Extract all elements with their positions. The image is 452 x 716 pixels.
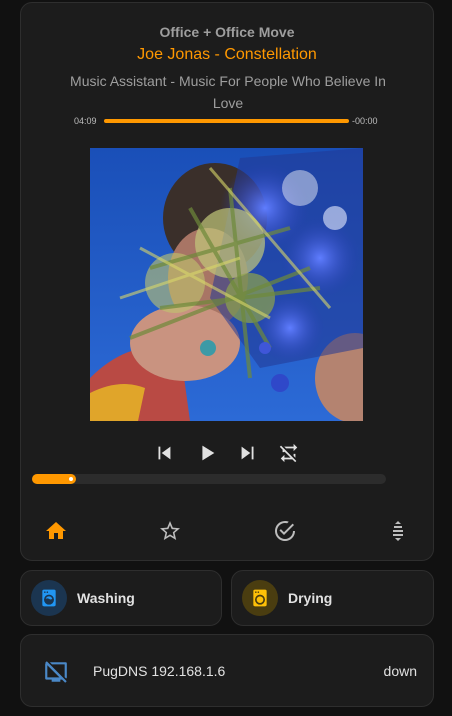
washing-badge bbox=[31, 580, 67, 616]
track-artist: Music Assistant - Music For People Who B… bbox=[70, 73, 386, 111]
elapsed-time: 04:09 bbox=[74, 116, 97, 126]
drying-tile[interactable]: Drying bbox=[231, 570, 434, 626]
repeat-off-icon bbox=[279, 443, 298, 463]
volume-handle[interactable] bbox=[69, 477, 73, 481]
remaining-time: -00:00 bbox=[352, 116, 378, 126]
monitor-off-icon bbox=[45, 661, 67, 683]
tumble-dryer-icon bbox=[253, 589, 267, 607]
queue-button[interactable] bbox=[383, 516, 413, 546]
previous-track-button[interactable] bbox=[151, 440, 177, 466]
track-progress-fill bbox=[104, 119, 349, 123]
washing-machine-icon bbox=[42, 589, 56, 607]
drying-badge bbox=[242, 580, 278, 616]
repeat-button[interactable] bbox=[276, 440, 302, 466]
drying-label: Drying bbox=[288, 590, 333, 606]
album-art bbox=[90, 148, 363, 421]
home-button[interactable] bbox=[41, 516, 71, 546]
home-icon bbox=[46, 522, 66, 539]
media-player-card: Office + Office Move Joe Jonas - Constel… bbox=[20, 2, 434, 561]
play-button[interactable] bbox=[194, 440, 220, 466]
next-track-button[interactable] bbox=[235, 440, 261, 466]
star-outline-icon bbox=[160, 521, 180, 540]
player-room-name: Office + Office Move bbox=[159, 24, 295, 40]
check-button[interactable] bbox=[270, 516, 300, 546]
play-icon bbox=[202, 445, 215, 461]
dns-entity-state: down bbox=[383, 663, 417, 679]
check-circle-icon bbox=[275, 520, 295, 541]
track-title: Joe Jonas - Constellation bbox=[137, 46, 317, 63]
dns-entity-row[interactable]: PugDNS 192.168.1.6 down bbox=[20, 634, 434, 707]
volume-slider[interactable] bbox=[32, 474, 386, 484]
washing-label: Washing bbox=[77, 590, 135, 606]
playlist-icon bbox=[393, 521, 403, 541]
previous-track-icon bbox=[158, 446, 171, 460]
washing-tile[interactable]: Washing bbox=[20, 570, 222, 626]
track-progress-bar[interactable] bbox=[104, 119, 349, 123]
favorite-button[interactable] bbox=[155, 516, 185, 546]
next-track-icon bbox=[241, 446, 254, 460]
dns-entity-name: PugDNS 192.168.1.6 bbox=[93, 663, 226, 679]
